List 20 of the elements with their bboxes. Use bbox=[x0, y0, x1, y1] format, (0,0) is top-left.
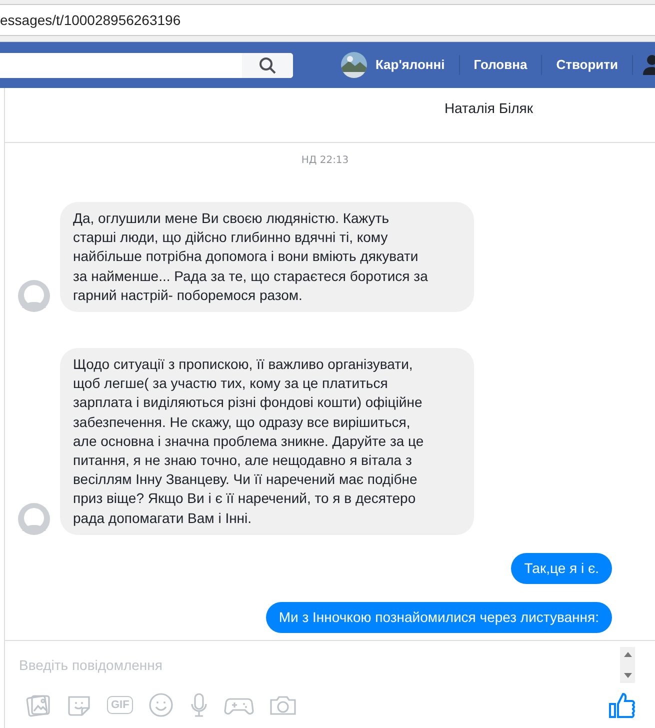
nav-link[interactable]: Головна bbox=[460, 55, 542, 75]
search-button[interactable] bbox=[242, 52, 293, 78]
thumbs-up-icon[interactable] bbox=[609, 691, 635, 719]
scroll-down-icon[interactable] bbox=[624, 673, 632, 678]
search-icon bbox=[259, 56, 276, 74]
conversation-title: Наталія Біляк bbox=[444, 100, 533, 118]
message-bubble: Да, оглушили мене Ви своєю людяністю. Кажуть старші люди, що дійсно глибинно вдячні ті, кому найбільше потрібна допомога і вони вміють дякувати за найменше... Рада за те, що стараєтеся боротися за гарний настрій- поборемося разом. bbox=[60, 202, 474, 312]
person-icon[interactable] bbox=[643, 55, 655, 75]
address-bar[interactable]: essages/t/100028956263196 bbox=[0, 4, 655, 36]
avatar-icon bbox=[18, 280, 50, 312]
profile-link[interactable]: Кар'ялонні bbox=[375, 55, 460, 75]
search-field[interactable] bbox=[0, 52, 293, 78]
nav-link[interactable]: Створити bbox=[542, 55, 633, 75]
message-bubble: Так,це я і є. bbox=[511, 552, 612, 584]
scrollbar[interactable] bbox=[620, 647, 635, 683]
avatar-icon bbox=[18, 502, 50, 535]
message-timestamp: НД 22:13 bbox=[301, 155, 349, 166]
message-bubble: Ми з Інночкою познайомилися через листування: bbox=[266, 602, 612, 634]
message-bubble: Щодо ситуації з пропискою, її важливо організувати, щоб легше( за участю тих, кому за це платиться зарплата і виділяються різні фондові кошти) офіційне забезпечення. Не скажу, що одразу все вирішиться, але основна і значна проблема зникне. Даруйте за це питання, я не знаю точно, але нещодавно я вітала з весіллям Інну Званцеву. Чи її наречений має подібне приз віще? Якщо Ви і є її наречений, то я в десятеро рада допомагати Вам і Інні. bbox=[60, 348, 474, 535]
scroll-up-icon[interactable] bbox=[624, 652, 632, 657]
